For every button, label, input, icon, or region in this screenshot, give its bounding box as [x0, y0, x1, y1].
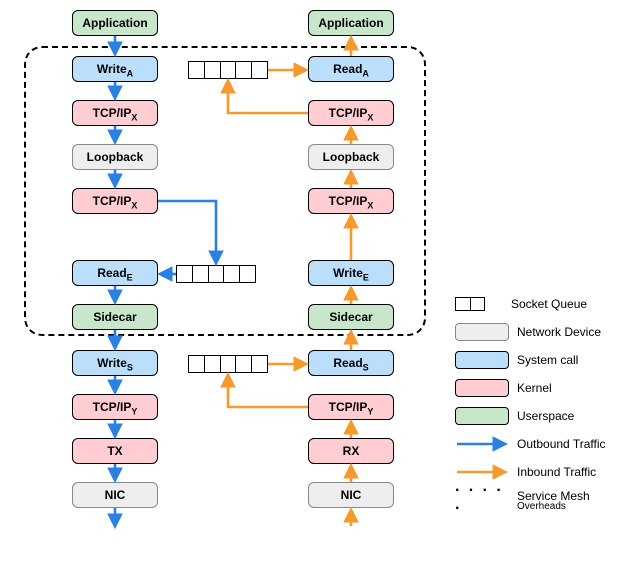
legend-syscall-swatch: [455, 351, 509, 369]
right-bottom-socket-queue: [188, 355, 268, 373]
legend: Socket Queue Network Device System call …: [455, 290, 615, 514]
left-loopback: Loopback: [72, 144, 158, 170]
legend-outbound-arrow-icon: [455, 437, 509, 451]
label: Loopback: [87, 150, 144, 164]
right-read-s: ReadS: [308, 350, 394, 376]
legend-outbound: Outbound Traffic: [517, 437, 606, 451]
right-tcpip-y: TCP/IPY: [308, 394, 394, 420]
legend-userspace-swatch: [455, 407, 509, 425]
legend-kernel-swatch: [455, 379, 509, 397]
label: ReadA: [333, 62, 369, 76]
label: RX: [343, 444, 360, 458]
legend-queue-icon: [455, 297, 485, 311]
left-tcpip-x-1: TCP/IPX: [72, 100, 158, 126]
label: TCP/IPY: [329, 400, 374, 414]
label: ReadE: [97, 266, 132, 280]
label: Sidecar: [93, 310, 136, 324]
right-nic: NIC: [308, 482, 394, 508]
left-nic: NIC: [72, 482, 158, 508]
label: TCP/IPX: [93, 106, 138, 120]
label: TCP/IPY: [93, 400, 138, 414]
label: TCP/IPX: [329, 194, 374, 208]
label: NIC: [105, 488, 126, 502]
left-read-e: ReadE: [72, 260, 158, 286]
legend-kernel: Kernel: [517, 381, 552, 395]
legend-overheads: Service Mesh Overheads: [517, 489, 590, 512]
left-application: Application: [72, 10, 158, 36]
left-sidecar: Sidecar: [72, 304, 158, 330]
label: ReadS: [333, 356, 368, 370]
right-read-a: ReadA: [308, 56, 394, 82]
right-top-socket-queue: [188, 61, 268, 79]
legend-socket-queue: Socket Queue: [511, 297, 587, 311]
left-tcpip-x-2: TCP/IPX: [72, 188, 158, 214]
legend-inbound-arrow-icon: [455, 465, 509, 479]
legend-userspace: Userspace: [517, 409, 574, 423]
right-application: Application: [308, 10, 394, 36]
left-write-s: WriteS: [72, 350, 158, 376]
right-tcpip-x-1: TCP/IPX: [308, 100, 394, 126]
label: WriteA: [97, 62, 133, 76]
right-sidecar: Sidecar: [308, 304, 394, 330]
left-write-a: WriteA: [72, 56, 158, 82]
legend-system-call: System call: [517, 353, 578, 367]
label: Loopback: [323, 150, 380, 164]
legend-device-swatch: [455, 323, 509, 341]
legend-network-device: Network Device: [517, 325, 601, 339]
label: TX: [107, 444, 122, 458]
label: Sidecar: [329, 310, 372, 324]
label: Application: [82, 16, 147, 30]
left-socket-queue: [176, 265, 256, 283]
left-tx: TX: [72, 438, 158, 464]
legend-dashed-icon: · · · · ·: [455, 482, 509, 518]
label: WriteS: [97, 356, 133, 370]
network-stack-diagram: Application WriteA TCP/IPX Loopback TCP/…: [8, 8, 468, 578]
right-tcpip-x-2: TCP/IPX: [308, 188, 394, 214]
label: TCP/IPX: [329, 106, 374, 120]
label: TCP/IPX: [93, 194, 138, 208]
label: Application: [318, 16, 383, 30]
label: WriteE: [333, 266, 369, 280]
label: NIC: [341, 488, 362, 502]
legend-inbound: Inbound Traffic: [517, 465, 596, 479]
right-write-e: WriteE: [308, 260, 394, 286]
left-tcpip-y: TCP/IPY: [72, 394, 158, 420]
right-loopback: Loopback: [308, 144, 394, 170]
right-rx: RX: [308, 438, 394, 464]
